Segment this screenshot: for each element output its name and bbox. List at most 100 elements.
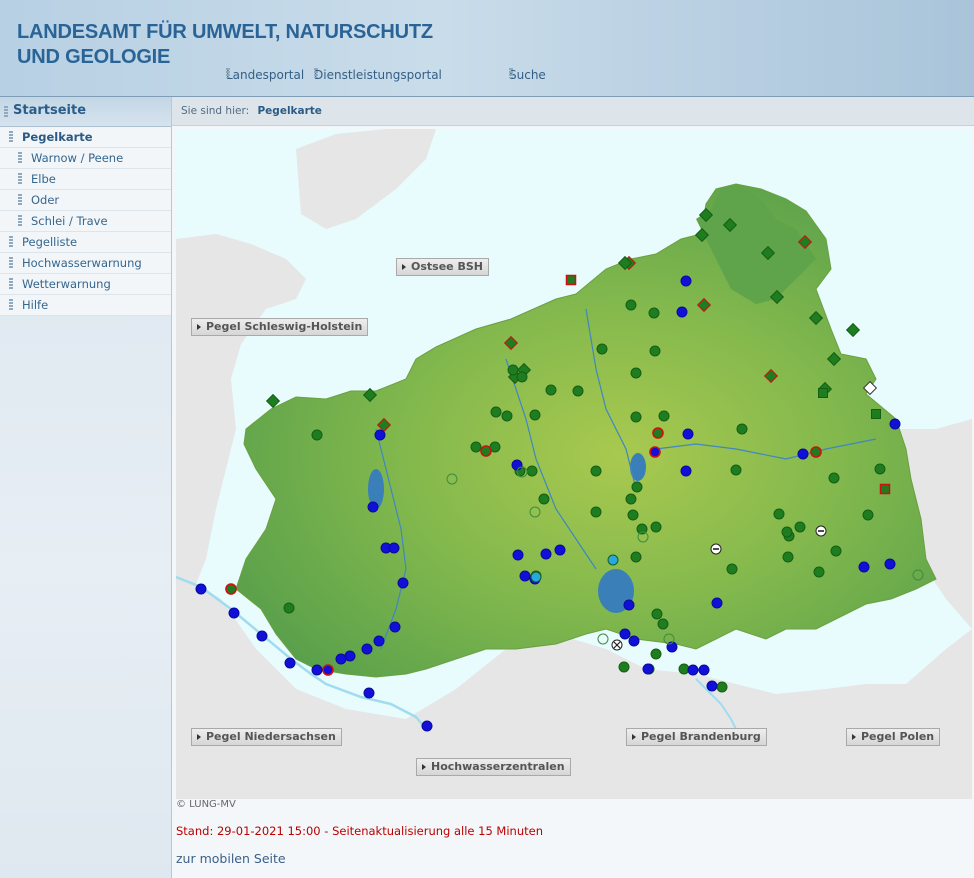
gauge-marker-circle[interactable] (658, 410, 670, 422)
gauge-marker-blue[interactable] (284, 657, 296, 669)
gauge-marker-diamond[interactable] (845, 322, 861, 338)
gauge-marker-circle[interactable] (526, 465, 538, 477)
gauge-marker-circle[interactable] (678, 663, 690, 675)
sidebar-item-elbe[interactable]: Elbe (0, 169, 171, 190)
gauge-marker-circle[interactable] (596, 343, 608, 355)
gauge-marker-circle[interactable] (507, 364, 519, 376)
gauge-marker-circle[interactable] (781, 526, 793, 538)
gauge-marker-circle[interactable] (625, 493, 637, 505)
gauge-marker-circle[interactable] (726, 563, 738, 575)
sidebar-item-pegelliste[interactable]: Pegelliste (0, 232, 171, 253)
gauge-marker-blue[interactable] (388, 542, 400, 554)
gauge-marker-blue[interactable] (256, 630, 268, 642)
gauge-marker-blue[interactable] (367, 501, 379, 513)
gauge-marker-blue[interactable] (389, 621, 401, 633)
gauge-marker-circle[interactable] (810, 446, 822, 458)
gauge-marker-blue[interactable] (797, 448, 809, 460)
gauge-marker-blue[interactable] (195, 583, 207, 595)
sidebar-item-schlei-trave[interactable]: Schlei / Trave (0, 211, 171, 232)
gauge-marker-blue[interactable] (228, 607, 240, 619)
gauge-marker-circle[interactable] (716, 681, 728, 693)
gauge-marker-blue[interactable] (374, 429, 386, 441)
button-pegel-brandenburg[interactable]: Pegel Brandenburg (626, 728, 767, 746)
link-dienstleistungsportal[interactable]: Dienstleistungsportal (314, 68, 442, 82)
gauge-marker-circle[interactable] (828, 472, 840, 484)
gauge-marker-circle[interactable] (773, 508, 785, 520)
gauge-marker-circle[interactable] (651, 608, 663, 620)
gauge-marker-circle[interactable] (625, 299, 637, 311)
gauge-marker-blue[interactable] (698, 664, 710, 676)
gauge-marker-blue[interactable] (889, 418, 901, 430)
sidebar-item-oder[interactable]: Oder (0, 190, 171, 211)
gauge-marker-circle[interactable] (225, 583, 237, 595)
gauge-marker-blue[interactable] (711, 597, 723, 609)
gauge-marker-circle[interactable] (649, 345, 661, 357)
gauge-marker-circle[interactable] (631, 481, 643, 493)
gauge-marker-blue[interactable] (554, 544, 566, 556)
gauge-marker-square[interactable] (871, 409, 881, 419)
gauge-marker-circle[interactable] (730, 464, 742, 476)
gauge-marker-circle[interactable] (516, 371, 528, 383)
gauge-marker-blue[interactable] (344, 650, 356, 662)
breadcrumb-current[interactable]: Pegelkarte (257, 105, 321, 117)
gauge-marker-circle[interactable] (652, 427, 664, 439)
gauge-marker-circle[interactable] (650, 648, 662, 660)
gauge-marker-blue[interactable] (511, 459, 523, 471)
sidebar-item-pegelkarte[interactable]: Pegelkarte (0, 127, 171, 148)
gauge-marker-blue[interactable] (363, 687, 375, 699)
gauge-marker-circle[interactable] (627, 509, 639, 521)
gauge-marker-blue[interactable] (335, 653, 347, 665)
gauge-marker-blue[interactable] (680, 465, 692, 477)
gauge-marker-blue[interactable] (649, 446, 661, 458)
gauge-marker-circle[interactable] (490, 406, 502, 418)
gauge-marker-circle[interactable] (862, 509, 874, 521)
gauge-marker-square[interactable] (818, 388, 828, 398)
button-hochwasserzentralen[interactable]: Hochwasserzentralen (416, 758, 571, 776)
gauge-marker-circle[interactable] (618, 661, 630, 673)
gauge-marker-cyan[interactable] (530, 571, 542, 583)
gauge-marker-blue[interactable] (642, 663, 654, 675)
gauge-map[interactable]: Ostsee BSH Pegel Schleswig-Holstein Pege… (176, 129, 972, 799)
gauge-marker-circle[interactable] (480, 445, 492, 457)
sidebar-item-warnow-peene[interactable]: Warnow / Peene (0, 148, 171, 169)
gauge-marker-circle[interactable] (538, 493, 550, 505)
sidebar-home[interactable]: Startseite (0, 97, 171, 127)
link-landesportal[interactable]: Landesportal (226, 68, 304, 82)
gauge-marker-circle[interactable] (648, 307, 660, 319)
gauge-marker-circle[interactable] (590, 465, 602, 477)
gauge-marker-circle[interactable] (501, 410, 513, 422)
gauge-marker-blue[interactable] (519, 570, 531, 582)
gauge-marker-circle[interactable] (782, 551, 794, 563)
gauge-marker-circle[interactable] (597, 633, 609, 645)
gauge-marker-blue[interactable] (682, 428, 694, 440)
gauge-marker-blue[interactable] (623, 599, 635, 611)
gauge-marker-circle[interactable] (529, 409, 541, 421)
org-title[interactable]: LANDESAMT FÜR UMWELT, NATURSCHUTZ UND GE… (17, 20, 433, 70)
gauge-marker-circle[interactable] (874, 463, 886, 475)
gauge-marker-blue[interactable] (628, 635, 640, 647)
button-pegel-schleswig-holstein[interactable]: Pegel Schleswig-Holstein (191, 318, 369, 336)
sidebar-item-wetterwarnung[interactable]: Wetterwarnung (0, 274, 171, 295)
gauge-marker-blue[interactable] (884, 558, 896, 570)
gauge-marker-circle[interactable] (794, 521, 806, 533)
gauge-marker-circle[interactable] (590, 506, 602, 518)
gauge-marker-circle[interactable] (572, 385, 584, 397)
button-pegel-polen[interactable]: Pegel Polen (846, 728, 941, 746)
link-suche[interactable]: Suche (509, 68, 546, 82)
gauge-marker-blue[interactable] (706, 680, 718, 692)
gauge-marker-blue[interactable] (680, 275, 692, 287)
gauge-marker-circle[interactable] (545, 384, 557, 396)
gauge-marker-blue[interactable] (373, 635, 385, 647)
gauge-marker-circle[interactable] (311, 429, 323, 441)
gauge-marker-blue[interactable] (361, 643, 373, 655)
gauge-marker-circle[interactable] (630, 411, 642, 423)
gauge-marker-blue[interactable] (540, 548, 552, 560)
gauge-marker-circle[interactable] (813, 566, 825, 578)
gauge-marker-blue[interactable] (687, 664, 699, 676)
gauge-marker-circle[interactable] (283, 602, 295, 614)
gauge-marker-blue[interactable] (619, 628, 631, 640)
gauge-marker-circle[interactable] (470, 441, 482, 453)
gauge-marker-blue[interactable] (676, 306, 688, 318)
gauge-marker-blue[interactable] (311, 664, 323, 676)
button-ostsee-bsh[interactable]: Ostsee BSH (396, 258, 489, 276)
